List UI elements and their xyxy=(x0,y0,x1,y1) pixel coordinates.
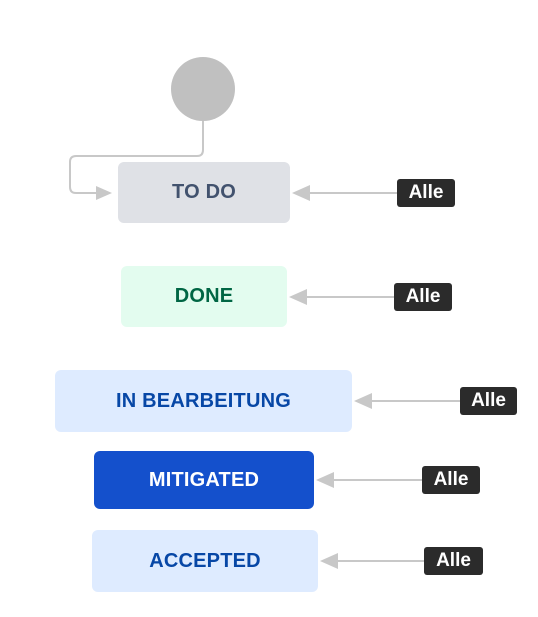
arrowhead-icon xyxy=(96,186,112,200)
arrowhead-icon xyxy=(292,185,310,201)
transition-all-in-bearbeitung[interactable]: Alle xyxy=(460,387,517,415)
status-done[interactable]: DONE xyxy=(121,266,287,327)
transition-all-mitigated[interactable]: Alle xyxy=(422,466,480,494)
start-node[interactable] xyxy=(171,57,235,121)
transition-all-accepted[interactable]: Alle xyxy=(424,547,483,575)
status-accepted[interactable]: ACCEPTED xyxy=(92,530,318,592)
transition-all-todo[interactable]: Alle xyxy=(397,179,455,207)
arrowhead-icon xyxy=(289,289,307,305)
transition-all-done[interactable]: Alle xyxy=(394,283,452,311)
status-mitigated[interactable]: MITIGATED xyxy=(94,451,314,509)
status-todo[interactable]: TO DO xyxy=(118,162,290,223)
arrowhead-icon xyxy=(320,553,338,569)
arrowhead-icon xyxy=(354,393,372,409)
status-in-bearbeitung[interactable]: IN BEARBEITUNG xyxy=(55,370,352,432)
arrowhead-icon xyxy=(316,472,334,488)
